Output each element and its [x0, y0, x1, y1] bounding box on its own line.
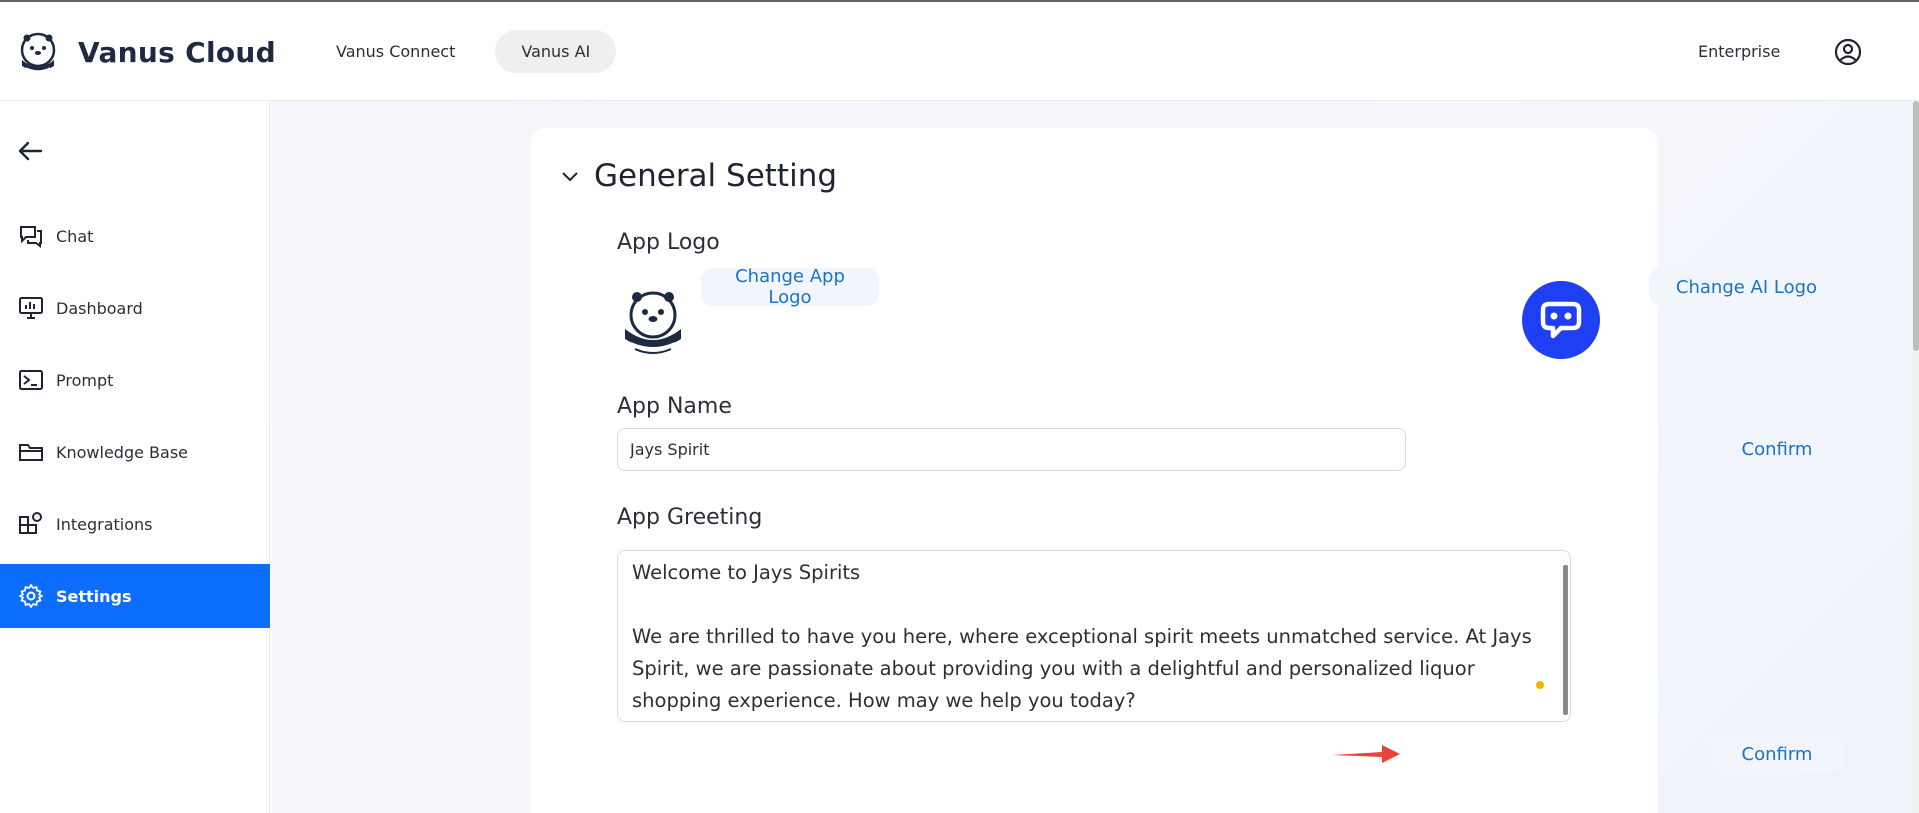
top-nav-vanus-connect[interactable]: Vanus Connect [310, 30, 481, 73]
status-dot-icon [1536, 681, 1544, 689]
app-name-label: App Name [617, 394, 732, 419]
top-bar: Vanus Cloud Vanus Connect Vanus AI Enter… [0, 0, 1919, 101]
app-name-input[interactable] [617, 428, 1406, 471]
general-setting-card: General Setting App Logo Change App Logo… [530, 128, 1844, 813]
sidebar-item-integrations[interactable]: Integrations [0, 492, 270, 556]
sidebar-item-label: Settings [56, 586, 132, 606]
sidebar-item-dashboard[interactable]: Dashboard [0, 276, 270, 340]
confirm-app-greeting-button[interactable]: Confirm [1710, 735, 1844, 773]
page-scrollbar[interactable] [1913, 101, 1919, 813]
gear-icon [19, 584, 43, 608]
main-content: General Setting App Logo Change App Logo… [271, 101, 1919, 813]
terminal-icon [19, 370, 43, 390]
otter-app-logo-icon [625, 291, 681, 354]
sidebar-item-prompt[interactable]: Prompt [0, 348, 270, 412]
top-nav: Vanus Connect Vanus AI [310, 30, 617, 73]
sidebar-item-label: Integrations [56, 514, 153, 534]
sidebar-item-settings[interactable]: Settings [0, 564, 270, 628]
sidebar-item-knowledge-base[interactable]: Knowledge Base [0, 420, 270, 484]
back-arrow-icon[interactable] [16, 137, 44, 165]
chat-icon [20, 226, 42, 248]
folder-icon [19, 444, 43, 461]
enterprise-link[interactable]: Enterprise [1698, 42, 1780, 61]
change-ai-logo-button[interactable]: Change AI Logo [1649, 268, 1844, 306]
page-scroll-thumb[interactable] [1913, 101, 1919, 351]
sidebar-item-chat[interactable]: Chat [0, 204, 270, 268]
ai-bot-logo-icon [1522, 281, 1600, 359]
section-title: General Setting [594, 158, 838, 194]
sidebar-item-label: Prompt [56, 370, 114, 390]
app-greeting-label: App Greeting [617, 505, 763, 530]
otter-logo-icon [20, 32, 56, 72]
dashboard-icon [19, 297, 43, 319]
brand[interactable]: Vanus Cloud [16, 30, 276, 74]
top-nav-vanus-ai[interactable]: Vanus AI [495, 30, 617, 73]
app-greeting-textarea[interactable]: Welcome to Jays Spirits We are thrilled … [617, 550, 1571, 722]
integrations-icon [19, 512, 42, 534]
sidebar-item-label: Chat [56, 226, 94, 246]
change-app-logo-button[interactable]: Change App Logo [701, 266, 879, 308]
section-header[interactable]: General Setting [560, 158, 837, 194]
chevron-down-icon[interactable] [560, 166, 580, 186]
textarea-scrollbar[interactable] [1563, 565, 1568, 715]
app-logo-label: App Logo [617, 230, 720, 255]
annotation-arrow-icon [1332, 745, 1400, 763]
sidebar-item-label: Knowledge Base [56, 442, 188, 462]
brand-name: Vanus Cloud [78, 35, 276, 69]
user-account-icon[interactable] [1834, 38, 1862, 66]
confirm-app-name-button[interactable]: Confirm [1710, 430, 1844, 468]
app-greeting-text[interactable]: Welcome to Jays Spirits We are thrilled … [632, 557, 1552, 717]
sidebar-item-label: Dashboard [56, 298, 143, 318]
sidebar: Chat Dashboard Prompt Knowledge Base Int… [0, 101, 270, 813]
